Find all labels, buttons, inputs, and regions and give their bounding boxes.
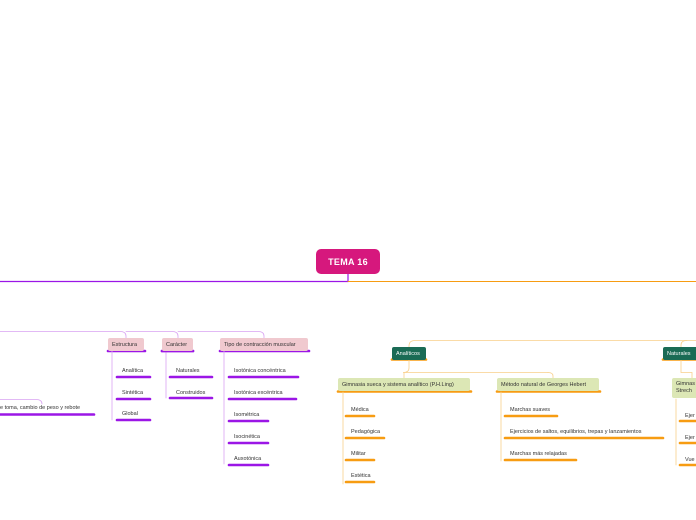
leaf-ejercicios-saltos[interactable]: Ejercicios de saltos, equilibrios, trepa… <box>510 428 641 436</box>
root-topic[interactable]: TEMA 16 <box>316 249 380 274</box>
node-estructura[interactable]: Estructura <box>108 338 144 351</box>
node-caracter[interactable]: Carácter <box>162 338 193 351</box>
node-partial-line1: Gimnas <box>676 381 695 387</box>
leaf-naturales-caracter[interactable]: Naturales <box>176 367 200 375</box>
conn-analiticos <box>408 340 696 348</box>
leaf-marchas-suaves[interactable]: Marchas suaves <box>510 406 550 414</box>
conn-analiticos-children <box>402 359 549 373</box>
leaf-isometrica[interactable]: Isométrica <box>234 411 259 419</box>
leaf-analitica[interactable]: Analítica <box>122 367 143 375</box>
leaf-pedagogica[interactable]: Pedagógica <box>351 428 380 436</box>
leaf-global[interactable]: Global <box>122 410 138 418</box>
conn-estructura <box>0 331 127 339</box>
leaf-partial-ejer-1[interactable]: Ejer <box>685 412 695 420</box>
conn-gimnas <box>680 359 693 379</box>
leaf-estetica[interactable]: Estética <box>351 472 371 480</box>
branch-left <box>0 273 349 283</box>
leaf-partial-vue[interactable]: Vue <box>685 456 695 464</box>
leaf-militar[interactable]: Militar <box>351 450 366 458</box>
leaf-marchas-relajadas[interactable]: Marchas más relajadas <box>510 450 567 458</box>
mind-map-canvas: TEMA 16 e toma, cambio de peso y rebote … <box>0 0 696 520</box>
partial-leaf-toma-peso-rebote[interactable]: e toma, cambio de peso y rebote <box>0 404 80 412</box>
node-gimnasia-stretching-partial[interactable]: Gimnas Strech <box>672 378 696 398</box>
leaf-construidos[interactable]: Construidos <box>176 389 205 397</box>
node-analiticos[interactable]: Analíticos <box>392 347 426 360</box>
leaf-medica[interactable]: Médica <box>351 406 369 414</box>
node-tipo-contraccion-muscular[interactable]: Tipo de contracción muscular <box>220 338 308 351</box>
leaf-partial-ejer-2[interactable]: Ejer <box>685 434 695 442</box>
node-gimnasia-sueca[interactable]: Gimnasia sueca y sistema analítico (P.H.… <box>338 378 470 391</box>
leaf-sintetica[interactable]: Sintética <box>122 389 143 397</box>
node-naturales[interactable]: Naturales <box>663 347 696 360</box>
leaf-isotonica-excentrica[interactable]: Isotónica excéntrica <box>234 389 283 397</box>
node-partial-line2: Strech <box>676 388 692 394</box>
leaf-isocinetica[interactable]: Isocinética <box>234 433 260 441</box>
leaf-auxotonica[interactable]: Auxotónica <box>234 455 261 463</box>
leaf-isotonica-concentrica[interactable]: Isotónica concéntrica <box>234 367 286 375</box>
node-metodo-hebert[interactable]: Método natural de Georges Hebert <box>497 378 599 391</box>
